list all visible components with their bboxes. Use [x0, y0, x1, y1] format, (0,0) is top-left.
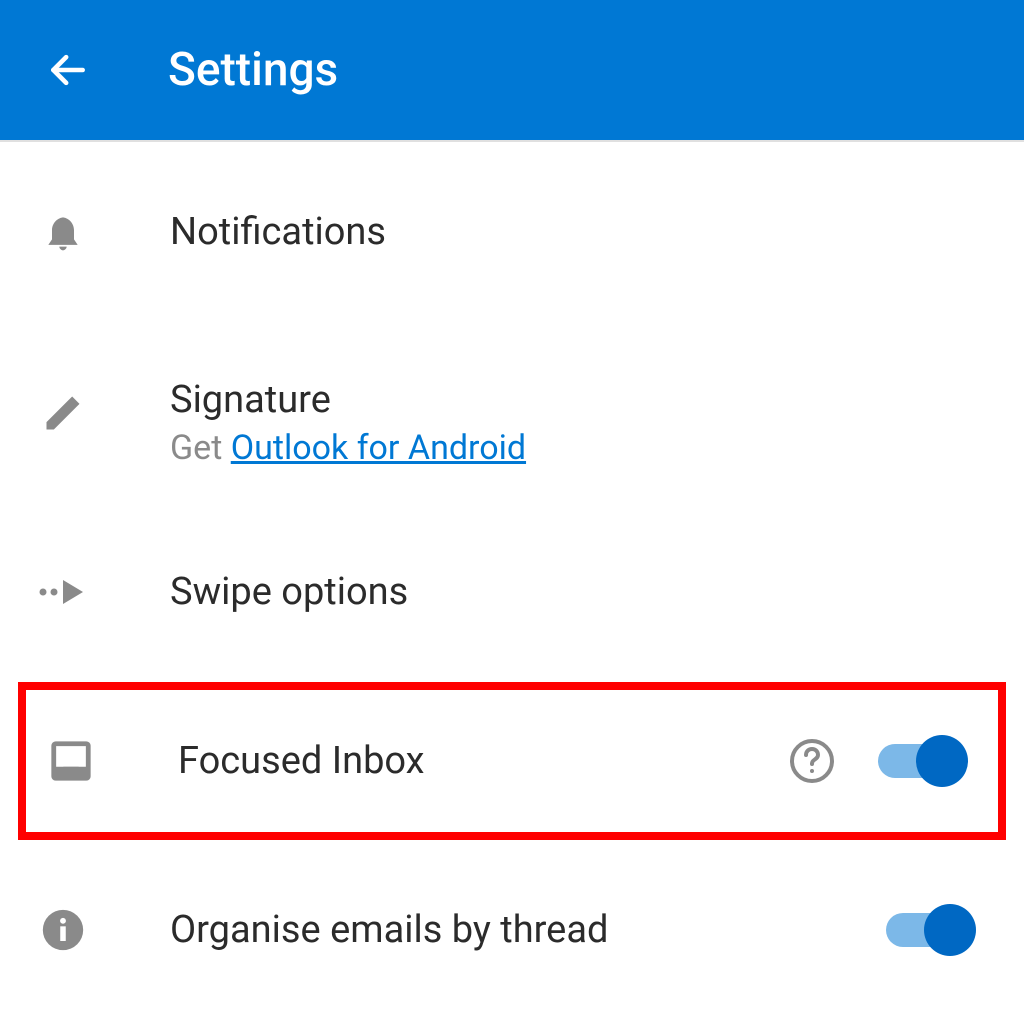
arrow-left-icon [46, 48, 90, 92]
swipe-icon [38, 567, 88, 617]
help-button[interactable] [786, 735, 838, 787]
settings-item-label: Swipe options [170, 570, 986, 614]
settings-item-content: Focused Inbox [178, 739, 786, 783]
settings-item-content: Signature Get Outlook for Android [170, 378, 986, 468]
pen-icon [38, 388, 88, 438]
settings-item-controls [886, 902, 976, 958]
settings-item-controls [786, 733, 968, 789]
bell-icon [38, 207, 88, 257]
settings-item-subtitle: Get Outlook for Android [170, 428, 986, 468]
help-icon [788, 737, 836, 785]
settings-item-focused-inbox[interactable]: Focused Inbox [18, 682, 1006, 840]
settings-item-signature[interactable]: Signature Get Outlook for Android [0, 322, 1024, 502]
back-button[interactable] [38, 40, 98, 100]
page-title: Settings [168, 43, 338, 97]
focused-inbox-toggle[interactable] [878, 733, 968, 789]
subtitle-prefix: Get [170, 428, 231, 468]
settings-list: Notifications Signature Get Outlook for … [0, 142, 1024, 1020]
toggle-thumb [916, 735, 968, 787]
settings-item-label: Organise emails by thread [170, 908, 886, 952]
toggle-thumb [924, 904, 976, 956]
settings-item-content: Notifications [170, 210, 986, 254]
settings-item-content: Swipe options [170, 570, 986, 614]
outlook-android-link[interactable]: Outlook for Android [231, 428, 526, 468]
inbox-icon [46, 736, 96, 786]
settings-item-organise-emails[interactable]: Organise emails by thread [0, 840, 1024, 1020]
info-icon [38, 905, 88, 955]
settings-item-swipe-options[interactable]: Swipe options [0, 502, 1024, 682]
settings-item-label: Notifications [170, 210, 986, 254]
settings-item-notifications[interactable]: Notifications [0, 142, 1024, 322]
settings-item-label: Signature [170, 378, 986, 422]
app-header: Settings [0, 0, 1024, 142]
organise-emails-toggle[interactable] [886, 902, 976, 958]
settings-item-content: Organise emails by thread [170, 908, 886, 952]
settings-item-label: Focused Inbox [178, 739, 786, 783]
